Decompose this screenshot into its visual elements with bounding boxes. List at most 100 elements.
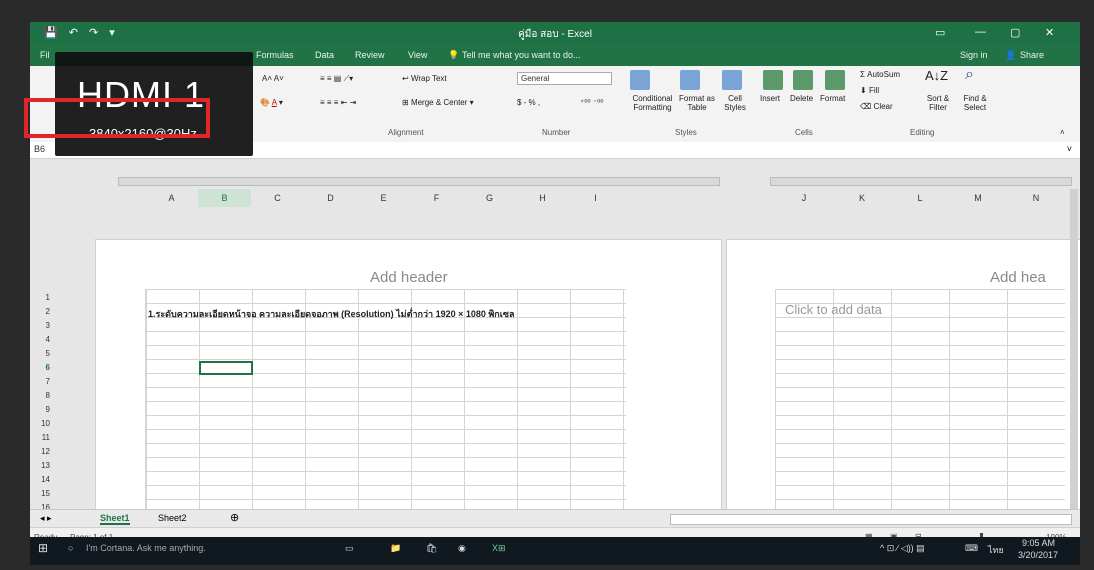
column-header-a[interactable]: A <box>145 189 198 207</box>
row-header-14[interactable]: 14 <box>36 475 50 484</box>
conditional-formatting-button[interactable]: Conditional Formatting <box>625 94 680 112</box>
row-header-1[interactable]: 1 <box>36 293 50 302</box>
task-view-icon[interactable]: ▭ <box>345 543 354 554</box>
tell-me-search[interactable]: Tell me what you want to do... <box>462 50 581 60</box>
clear-label: Clear <box>873 102 893 111</box>
share-button[interactable]: Share <box>1020 50 1044 60</box>
keyboard-icon[interactable]: ⌨ <box>965 543 978 554</box>
expand-formula-icon[interactable]: ˅ <box>1067 144 1072 154</box>
row-header-3[interactable]: 3 <box>36 321 50 330</box>
sign-in-link[interactable]: Sign in <box>960 50 988 60</box>
fill-label: Fill <box>868 86 880 95</box>
autosum-button[interactable]: Σ AutoSum <box>860 70 900 79</box>
tab-file[interactable]: Fil <box>40 50 50 60</box>
row-header-2[interactable]: 2 <box>36 307 50 316</box>
cortana-search[interactable]: I'm Cortana. Ask me anything. <box>86 543 206 553</box>
column-header-l[interactable]: L <box>891 189 949 207</box>
fill-icon: ⬇ <box>860 86 869 95</box>
merge-icon: ⊞ <box>402 98 411 107</box>
add-header-right[interactable]: Add hea <box>990 269 1046 286</box>
collapse-ribbon-icon[interactable]: ˄ <box>1060 128 1065 137</box>
column-header-e[interactable]: E <box>357 189 410 207</box>
row-header-8[interactable]: 8 <box>36 391 50 400</box>
sheet-tab-1[interactable]: Sheet1 <box>100 513 130 525</box>
horizontal-scrollbar[interactable] <box>670 514 1072 525</box>
column-header-n[interactable]: N <box>1007 189 1065 207</box>
clear-button[interactable]: ⌫ Clear <box>860 102 893 111</box>
column-header-h[interactable]: H <box>516 189 569 207</box>
cell-grid-left[interactable] <box>145 289 626 509</box>
row-header-5[interactable]: 5 <box>36 349 50 358</box>
row-header-10[interactable]: 10 <box>36 419 50 428</box>
store-icon[interactable]: 🛍 <box>426 543 437 554</box>
sort-filter-button[interactable]: Sort & Filter <box>923 94 953 112</box>
column-header-f[interactable]: F <box>410 189 463 207</box>
insert-cells-icon <box>763 70 783 90</box>
number-format-select[interactable]: General <box>517 72 612 85</box>
column-header-b[interactable]: B <box>198 189 251 207</box>
lightbulb-icon: 💡 <box>448 50 460 60</box>
add-header-left[interactable]: Add header <box>370 269 448 286</box>
column-header-d[interactable]: D <box>304 189 357 207</box>
tab-review[interactable]: Review <box>355 50 385 60</box>
cell-styles-button[interactable]: Cell Styles <box>720 94 750 112</box>
align-top-icon[interactable]: ≡ ≡ ▤ ⟋▾ <box>320 74 353 84</box>
fill-button[interactable]: ⬇ Fill <box>860 86 879 95</box>
close-button[interactable]: ✕ <box>1045 26 1054 39</box>
windows-start-icon[interactable]: ⊞ <box>38 541 48 555</box>
column-header-k[interactable]: K <box>833 189 891 207</box>
font-color-icon[interactable]: 🎨 A ▾ <box>260 98 283 107</box>
excel-taskbar-icon[interactable]: X⊞ <box>492 543 506 554</box>
format-cells-button[interactable]: Format <box>820 94 845 103</box>
clock-date[interactable]: 3/20/2017 <box>1018 550 1058 560</box>
click-to-add-data[interactable]: Click to add data <box>785 302 882 317</box>
language-indicator[interactable]: ไทย <box>988 543 1004 557</box>
decimal-icon[interactable]: ⁺⁰⁰ ⁻⁰⁰ <box>580 98 604 107</box>
row-header-7[interactable]: 7 <box>36 377 50 386</box>
format-as-table-button[interactable]: Format as Table <box>677 94 717 112</box>
tab-formulas[interactable]: Formulas <box>256 50 294 60</box>
cortana-icon[interactable]: ○ <box>68 543 73 553</box>
title-bar: 💾 ↶ ↷ ▾ คู่มือ สอบ - Excel ▭ — ▢ ✕ <box>30 22 1080 44</box>
ribbon-display-icon[interactable]: ▭ <box>935 26 945 39</box>
add-sheet-button[interactable]: ⊕ <box>230 511 239 524</box>
column-header-c[interactable]: C <box>251 189 304 207</box>
sheet-tab-2[interactable]: Sheet2 <box>158 513 187 523</box>
row-header-4[interactable]: 4 <box>36 335 50 344</box>
active-cell-b6[interactable] <box>199 361 253 375</box>
row-header-15[interactable]: 15 <box>36 489 50 498</box>
tab-view[interactable]: View <box>408 50 427 60</box>
align-center-icon[interactable]: ≡ ≡ ≡ ⇤ ⇥ <box>320 98 356 107</box>
delete-cells-button[interactable]: Delete <box>790 94 813 103</box>
row-header-11[interactable]: 11 <box>36 433 50 442</box>
worksheet-area: ABCDEFGHI JKLMN Add header Add hea 1.ระด… <box>30 159 1080 526</box>
maximize-button[interactable]: ▢ <box>1010 26 1020 39</box>
chrome-icon[interactable]: ◉ <box>458 543 466 554</box>
cell-a2-text[interactable]: 1.ระดับความละเอียดหน้าจอ ความละเอียดจอภา… <box>148 307 514 321</box>
cell-grid-right[interactable] <box>775 289 1065 509</box>
insert-cells-button[interactable]: Insert <box>760 94 780 103</box>
clock-time[interactable]: 9:05 AM <box>1022 538 1055 548</box>
minimize-button[interactable]: — <box>975 26 986 38</box>
column-header-j[interactable]: J <box>775 189 833 207</box>
row-header-13[interactable]: 13 <box>36 461 50 470</box>
column-header-i[interactable]: I <box>569 189 622 207</box>
windows-taskbar: ⊞ ○ I'm Cortana. Ask me anything. ▭ 📁 🛍 … <box>30 537 1080 565</box>
row-header-9[interactable]: 9 <box>36 405 50 414</box>
find-select-button[interactable]: Find & Select <box>960 94 990 112</box>
column-header-m[interactable]: M <box>949 189 1007 207</box>
row-header-6[interactable]: 6 <box>36 363 50 372</box>
font-size-increase-icon[interactable]: A˄ A˅ <box>262 74 284 83</box>
column-header-g[interactable]: G <box>463 189 516 207</box>
horizontal-ruler-right <box>770 177 1072 186</box>
merge-center-button[interactable]: ⊞ Merge & Center ▾ <box>402 98 474 107</box>
eraser-icon: ⌫ <box>860 102 874 111</box>
system-tray-icons[interactable]: ^ ⊡ ∕ ◁)) ▤ <box>880 543 925 554</box>
vertical-scrollbar[interactable] <box>1070 189 1078 509</box>
currency-format-button[interactable]: $ - % , <box>517 98 540 107</box>
wrap-text-button[interactable]: ↩ Wrap Text <box>402 74 447 83</box>
file-explorer-icon[interactable]: 📁 <box>390 543 401 554</box>
tab-data[interactable]: Data <box>315 50 334 60</box>
tab-scroll-icon[interactable]: ◂ ▸ <box>40 513 52 524</box>
row-header-12[interactable]: 12 <box>36 447 50 456</box>
